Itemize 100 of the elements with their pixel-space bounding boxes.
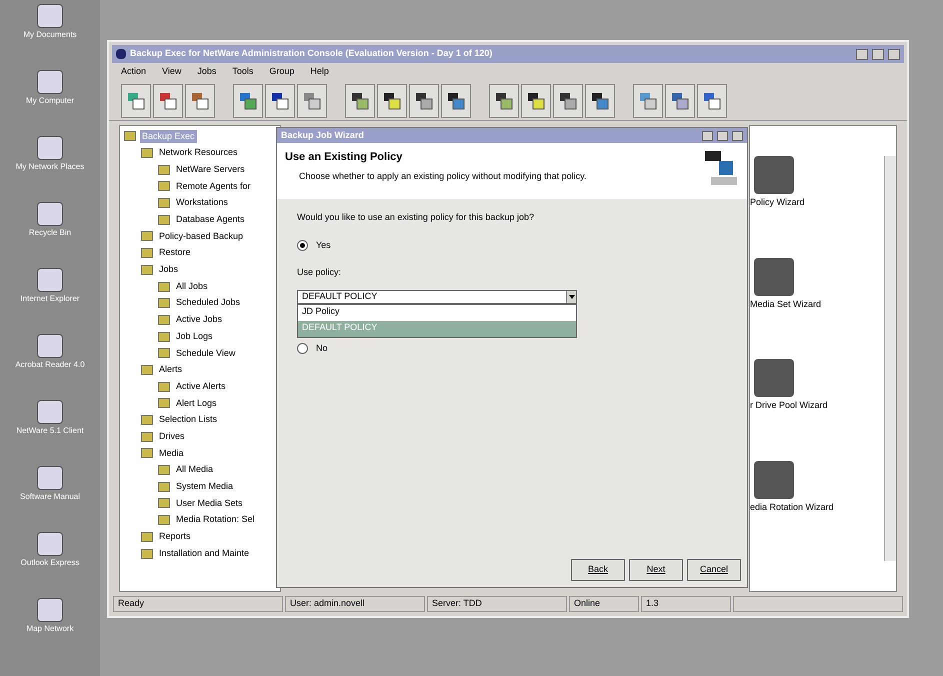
minimize-icon[interactable] (856, 48, 868, 60)
dialog-heading: Use an Existing Policy (285, 150, 404, 165)
minimize-icon[interactable] (702, 130, 713, 140)
tree-item[interactable]: System Media (174, 480, 236, 494)
toolbar-button[interactable] (345, 84, 375, 118)
dialog-button[interactable]: Cancel (687, 559, 741, 581)
maximize-icon[interactable] (872, 48, 884, 60)
folder-icon (141, 264, 153, 275)
folder-icon (158, 398, 170, 408)
wizard-label[interactable]: Policy Wizard (750, 196, 805, 210)
wizard-icon[interactable] (754, 258, 794, 296)
tree-item[interactable]: Selection Lists (157, 413, 220, 427)
toolbar-button[interactable] (233, 84, 263, 118)
menu-item[interactable]: Group (269, 65, 294, 79)
tree-item[interactable]: Active Alerts (174, 380, 228, 394)
desktop-icon[interactable] (37, 334, 63, 358)
desktop-icon[interactable] (37, 400, 63, 424)
toolbar-button[interactable] (121, 84, 151, 118)
tree-item[interactable]: Database Agents (174, 213, 247, 227)
tree-item[interactable]: Installation and Mainte (157, 546, 252, 560)
toolbar-icon (446, 90, 466, 110)
folder-icon (141, 248, 153, 258)
tree-item[interactable]: Restore (157, 246, 193, 260)
menu-item[interactable]: Help (310, 65, 329, 79)
close-icon[interactable] (732, 130, 743, 140)
toolbar-icon (302, 90, 322, 110)
toolbar-icon (590, 90, 610, 110)
desktop-icon[interactable] (37, 466, 63, 490)
tree-item[interactable]: Active Jobs (174, 313, 224, 327)
tree-item[interactable]: Media Rotation: Sel (174, 513, 257, 527)
policy-dropdown[interactable]: DEFAULT POLICY (297, 290, 577, 304)
tree-item[interactable]: Policy-based Backup (157, 230, 246, 244)
toolbar-button[interactable] (521, 84, 551, 118)
toolbar-button[interactable] (553, 84, 583, 118)
folder-icon (141, 231, 153, 242)
tree-item[interactable]: User Media Sets (174, 496, 245, 510)
menu-item[interactable]: View (162, 65, 182, 79)
tree-item[interactable]: Drives (157, 430, 187, 444)
tree-item[interactable]: All Jobs (174, 280, 210, 294)
toolbar-button[interactable] (297, 84, 327, 118)
tree-item[interactable]: Jobs (157, 263, 180, 277)
toolbar-button[interactable] (633, 84, 663, 118)
folder-icon (158, 314, 170, 325)
toolbar-icon (270, 90, 290, 110)
wizard-label[interactable]: Media Set Wizard (750, 298, 822, 311)
caret-icon (566, 290, 576, 302)
tree-item[interactable]: Workstations (174, 196, 230, 210)
toolbar-button[interactable] (377, 84, 407, 118)
tree-item[interactable]: Reports (157, 530, 193, 544)
tree-item[interactable]: Media (157, 446, 186, 460)
wizard-label[interactable]: r Drive Pool Wizard (750, 399, 828, 412)
folder-icon (158, 332, 170, 342)
toolbar-button[interactable] (409, 84, 439, 118)
toolbar-button[interactable] (585, 84, 615, 118)
menu-item[interactable]: Tools (232, 65, 254, 79)
desktop-icon[interactable] (37, 202, 63, 226)
question-text: Would you like to use an existing policy for this backup job? (297, 211, 535, 224)
radio-button[interactable] (297, 342, 308, 354)
folder-icon (158, 214, 170, 225)
desktop-icon[interactable] (37, 532, 63, 556)
tree-item[interactable]: Remote Agents for (174, 180, 253, 194)
toolbar-icon (526, 90, 546, 110)
maximize-icon[interactable] (717, 130, 728, 140)
wizard-label[interactable]: edia Rotation Wizard (750, 500, 834, 514)
dialog-button[interactable]: Next (629, 559, 683, 581)
tree-item[interactable]: Job Logs (174, 330, 215, 344)
toolbar-button[interactable] (665, 84, 695, 118)
tree-item[interactable]: NetWare Servers (174, 162, 247, 176)
folder-icon (158, 198, 170, 208)
menu-item[interactable]: Action (121, 65, 146, 79)
folder-icon (158, 465, 170, 476)
toolbar-button[interactable] (697, 84, 727, 118)
tree-item[interactable]: Scheduled Jobs (174, 296, 242, 310)
tree-item[interactable]: Network Resources (157, 146, 240, 160)
toolbar-icon (382, 90, 402, 110)
wizard-icon[interactable] (754, 460, 794, 498)
status-field: 1.3 (641, 596, 731, 612)
toolbar-button[interactable] (441, 84, 471, 118)
radio-label: Yes (316, 238, 331, 252)
tree-item[interactable]: Schedule View (174, 346, 238, 360)
tree-item[interactable]: Alert Logs (174, 396, 219, 410)
toolbar-button[interactable] (153, 84, 183, 118)
folder-icon (158, 515, 170, 526)
toolbar-icon (350, 90, 370, 110)
menu-item[interactable]: Jobs (197, 65, 216, 79)
desktop-icon[interactable] (37, 268, 63, 292)
desktop-icon[interactable] (37, 136, 63, 160)
tree-item[interactable]: Alerts (157, 363, 184, 377)
close-icon[interactable] (888, 48, 900, 60)
toolbar-button[interactable] (265, 84, 295, 118)
toolbar-button[interactable] (185, 84, 215, 118)
status-field: Server: TDD (427, 596, 567, 612)
dialog-button[interactable]: Back (571, 559, 625, 581)
desktop-icon[interactable] (37, 70, 63, 94)
toolbar-button[interactable] (489, 84, 519, 118)
desktop-icon[interactable] (37, 598, 63, 622)
desktop-icon[interactable] (37, 4, 63, 28)
radio-button[interactable] (297, 240, 308, 251)
policy-option[interactable]: JD Policy (298, 304, 576, 320)
tree-item[interactable]: All Media (174, 463, 216, 477)
